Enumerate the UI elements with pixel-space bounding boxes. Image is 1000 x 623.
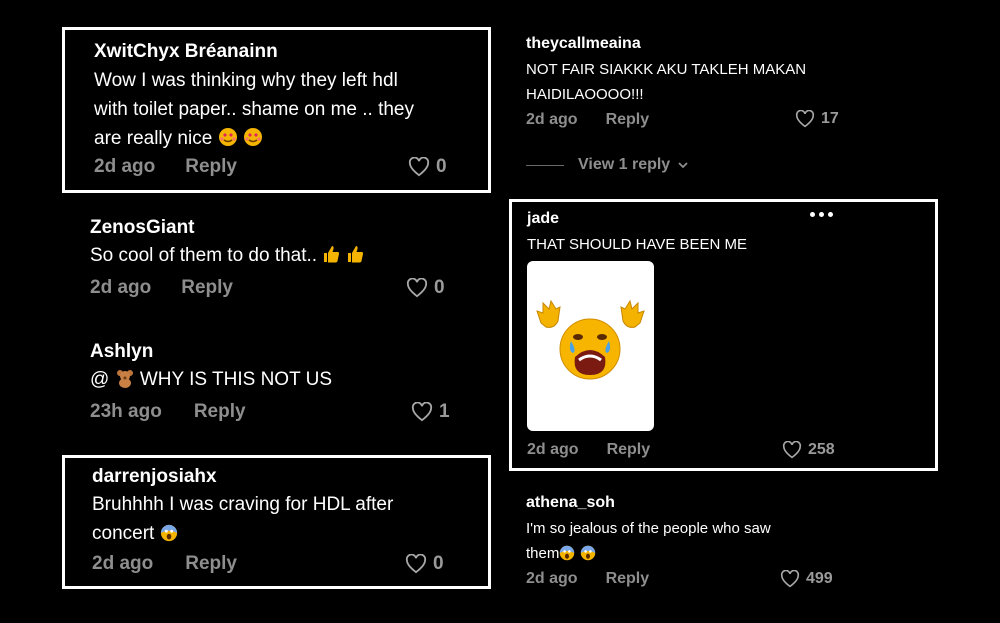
comment-time: 2d ago: [527, 441, 579, 458]
comment-meta: 2d ago Reply: [90, 277, 233, 299]
comment-meta: 2d ago Reply: [92, 553, 237, 575]
reply-button[interactable]: Reply: [181, 277, 233, 299]
comment-text: Wow I was thinking why they left hdl wit…: [94, 66, 414, 156]
comment-meta: 2d ago Reply: [527, 441, 650, 459]
comment-text: So cool of them to do that..: [90, 241, 364, 273]
more-options-icon[interactable]: [810, 212, 833, 217]
comment-text: I'm so jealous of the people who saw the…: [526, 516, 771, 569]
view-replies-button[interactable]: View 1 reply: [526, 156, 689, 174]
smiling-face-hearts-emoji: [218, 127, 238, 156]
comment-item: jade THAT SHOULD HAVE BEEN ME 2d ago Rep…: [509, 199, 938, 471]
like-button[interactable]: 1: [411, 401, 450, 423]
comment-line: I'm so jealous of the people who saw: [526, 520, 771, 537]
comment-time: 2d ago: [94, 156, 156, 177]
thumbs-up-emoji: [322, 244, 340, 273]
comment-line: with toilet paper.. shame on me .. they: [94, 99, 415, 120]
crying-face-sticker[interactable]: [527, 261, 654, 431]
comment-meta: 23h ago Reply: [90, 401, 246, 423]
comment-text: Bruhhhh I was craving for HDL after conc…: [92, 490, 393, 551]
heart-outline-icon: [408, 157, 430, 177]
comment-line: Wow I was thinking why they left hdl: [94, 70, 398, 91]
comment-meta: 2d ago Reply: [94, 156, 237, 178]
heart-outline-icon: [795, 110, 815, 128]
reply-button[interactable]: Reply: [606, 111, 650, 129]
comment-username[interactable]: ZenosGiant: [90, 217, 195, 239]
reply-button[interactable]: Reply: [185, 553, 237, 575]
chevron-down-icon: [678, 162, 688, 169]
reply-button[interactable]: Reply: [607, 441, 651, 459]
heart-outline-icon: [782, 441, 802, 459]
comment-text: NOT FAIR SIAKKK AKU TAKLEH MAKAN HAIDILA…: [526, 57, 806, 107]
heart-outline-icon: [411, 402, 433, 422]
comment-username[interactable]: XwitChyx Bréanainn: [94, 41, 278, 63]
like-count: 1: [439, 401, 450, 422]
like-button[interactable]: 17: [795, 110, 839, 128]
comment-username[interactable]: jade: [527, 210, 559, 228]
reply-button[interactable]: Reply: [185, 156, 237, 178]
teddy-bear-emoji: [115, 368, 135, 397]
comment-item: theycallmeaina NOT FAIR SIAKKK AKU TAKLE…: [510, 28, 936, 188]
like-button[interactable]: 0: [406, 277, 445, 299]
comment-username[interactable]: darrenjosiahx: [92, 466, 217, 488]
comment-line: Bruhhhh I was craving for HDL after: [92, 494, 394, 515]
comment-time: 23h ago: [90, 401, 162, 422]
like-count: 17: [821, 110, 839, 127]
screaming-face-emoji: [160, 522, 178, 551]
comment-mention[interactable]: @: [90, 369, 109, 390]
comment-line: concert: [92, 523, 155, 544]
like-button[interactable]: 499: [780, 570, 833, 588]
comment-time: 2d ago: [526, 111, 578, 128]
comment-item: athena_soh I'm so jealous of the people …: [510, 485, 936, 600]
reply-button[interactable]: Reply: [606, 570, 650, 588]
heart-outline-icon: [405, 554, 427, 574]
comment-line: NOT FAIR SIAKKK AKU TAKLEH MAKAN: [526, 61, 807, 78]
divider-line: [526, 164, 564, 166]
screaming-face-emoji: [580, 544, 596, 569]
comment-text: @ WHY IS THIS NOT US: [90, 365, 332, 397]
comment-username[interactable]: theycallmeaina: [526, 35, 641, 53]
comment-text: THAT SHOULD HAVE BEEN ME: [527, 236, 748, 253]
comment-meta: 2d ago Reply: [526, 111, 649, 129]
comment-time: 2d ago: [526, 570, 578, 587]
heart-outline-icon: [780, 570, 800, 588]
comment-line: them: [526, 545, 560, 562]
comment-username[interactable]: Ashlyn: [90, 341, 153, 363]
like-count: 0: [434, 277, 445, 298]
view-replies-label: View 1 reply: [578, 156, 671, 173]
like-button[interactable]: 0: [408, 156, 447, 178]
screaming-face-emoji: [559, 544, 575, 569]
like-button[interactable]: 0: [405, 553, 444, 575]
comment-item: Ashlyn @ WHY IS THIS NOT US 23h ago Repl…: [62, 325, 491, 435]
thumbs-up-emoji: [346, 244, 364, 273]
comment-meta: 2d ago Reply: [526, 570, 649, 588]
comment-line: WHY IS THIS NOT US: [139, 369, 333, 390]
comment-line: HAIDILAOOOO!!!: [526, 86, 644, 103]
comment-time: 2d ago: [92, 553, 154, 574]
comment-line: are really nice: [94, 128, 213, 149]
comment-time: 2d ago: [90, 277, 152, 298]
smiling-face-hearts-emoji: [243, 127, 263, 156]
like-count: 0: [433, 553, 444, 574]
comment-line: So cool of them to do that..: [90, 245, 318, 266]
comment-item: XwitChyx Bréanainn Wow I was thinking wh…: [62, 27, 491, 193]
reply-button[interactable]: Reply: [194, 401, 246, 423]
like-count: 258: [808, 441, 835, 458]
like-count: 0: [436, 156, 447, 177]
comment-item: ZenosGiant So cool of them to do that.. …: [62, 200, 491, 310]
comment-username[interactable]: athena_soh: [526, 494, 615, 512]
like-button[interactable]: 258: [782, 441, 835, 459]
heart-outline-icon: [406, 278, 428, 298]
like-count: 499: [806, 570, 833, 587]
comment-item: darrenjosiahx Bruhhhh I was craving for …: [62, 455, 491, 589]
